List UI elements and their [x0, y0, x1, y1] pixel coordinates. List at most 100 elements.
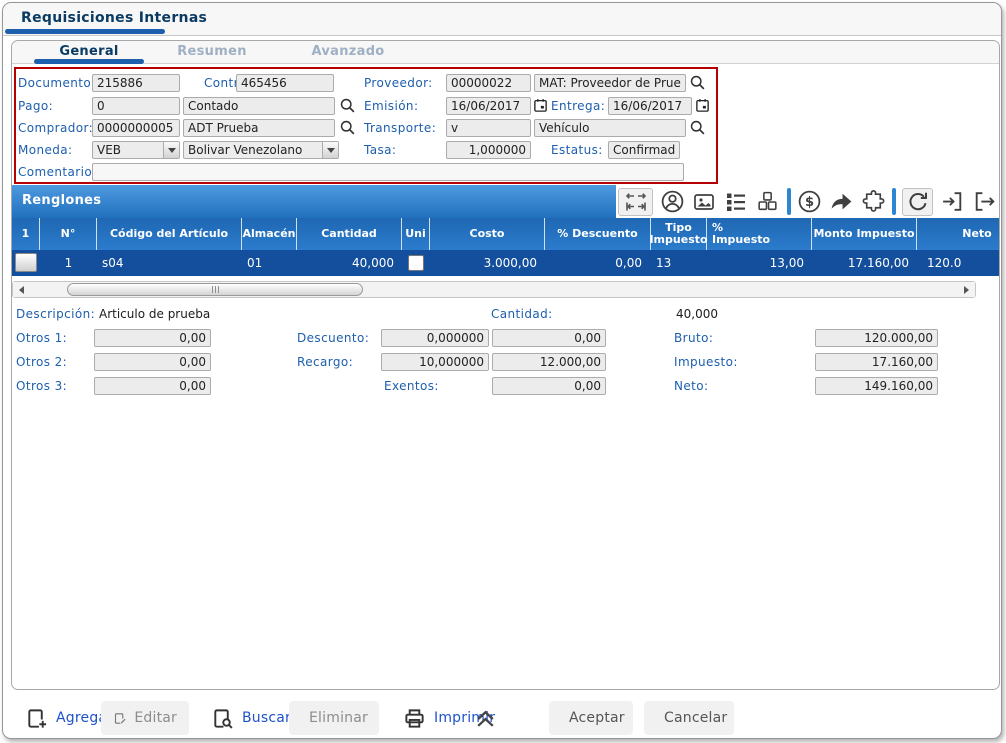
- tab-strip: General Resumen Avanzado: [12, 41, 999, 64]
- edit-button-label: Editar: [134, 710, 177, 726]
- grid-column-codigo[interactable]: Código del Artículo: [97, 218, 242, 250]
- printer-icon: [405, 708, 424, 728]
- table-row[interactable]: 1 s04 01 40,000 3.000,00 0,00 13 13,00 1…: [12, 250, 999, 276]
- cancel-button[interactable]: Cancelar: [644, 701, 734, 735]
- moneda-label: Moneda:: [18, 143, 73, 157]
- grid-column-almacen[interactable]: Almacén: [242, 218, 297, 250]
- row-selector-cell[interactable]: [15, 253, 37, 272]
- estatus-field[interactable]: [608, 141, 680, 159]
- chevron-double-up-icon: [477, 710, 494, 727]
- moneda-name-dropdown-button[interactable]: [322, 142, 338, 158]
- pago-search-icon[interactable]: [339, 97, 356, 114]
- grid-column-numero[interactable]: N°: [40, 218, 97, 250]
- grid-column-neto[interactable]: Neto: [917, 218, 999, 250]
- list-icon[interactable]: [723, 188, 749, 216]
- puzzle-icon[interactable]: [860, 188, 886, 216]
- scroll-left-icon[interactable]: [13, 282, 29, 297]
- scrollbar-thumb[interactable]: [67, 283, 363, 296]
- tab-resumen[interactable]: Resumen: [172, 44, 252, 59]
- comentario-label: Comentario:: [18, 165, 97, 179]
- entrega-field[interactable]: [608, 97, 692, 115]
- search-document-icon: [214, 708, 233, 729]
- scroll-right-icon[interactable]: [959, 282, 975, 297]
- toolbar-separator: [786, 188, 791, 215]
- cell-pct-descuento: 0,00: [615, 256, 642, 270]
- uni-checkbox[interactable]: [408, 255, 424, 271]
- grid-column-descuento[interactable]: % Descuento: [545, 218, 651, 250]
- transporte-search-icon[interactable]: [689, 119, 706, 136]
- cell-codigo: s04: [102, 256, 124, 270]
- otros3-field[interactable]: [94, 377, 211, 395]
- grid-horizontal-scrollbar[interactable]: [12, 281, 976, 298]
- grid-column-costo[interactable]: Costo: [430, 218, 545, 250]
- otros1-field[interactable]: [94, 329, 211, 347]
- descuento-pct-field[interactable]: [381, 329, 489, 347]
- export-icon[interactable]: [971, 188, 997, 216]
- entrega-calendar-icon[interactable]: [695, 98, 710, 113]
- comprador-label: Comprador:: [18, 121, 94, 135]
- documento-field[interactable]: [92, 74, 180, 92]
- transporte-code-field[interactable]: [446, 119, 531, 137]
- pago-code-field[interactable]: [92, 97, 180, 115]
- neto-field[interactable]: [815, 377, 938, 395]
- transporte-name-field[interactable]: [534, 119, 686, 137]
- image-icon[interactable]: [691, 188, 717, 216]
- otros2-field[interactable]: [94, 353, 211, 371]
- impuesto-field[interactable]: [815, 353, 938, 371]
- grid-column-uni[interactable]: Uni: [402, 218, 430, 250]
- proveedor-search-icon[interactable]: [689, 74, 706, 91]
- moneda-name-value: Bolivar Venezolano: [188, 143, 303, 157]
- cell-almacen: 01: [247, 256, 263, 270]
- pago-name-field[interactable]: [183, 97, 335, 115]
- grid-toolbar: $: [618, 185, 997, 218]
- moneda-code-dropdown[interactable]: VEB: [92, 141, 180, 159]
- grid-column-tipo-impuesto[interactable]: Tipo Impuesto: [649, 218, 708, 250]
- grid-column-pct-impuesto[interactable]: % Impuesto: [707, 222, 770, 246]
- impuesto-label: Impuesto:: [674, 355, 738, 369]
- forward-arrow-icon[interactable]: [828, 188, 854, 216]
- comprador-code-field[interactable]: [92, 119, 180, 137]
- comprador-search-icon[interactable]: [339, 119, 356, 136]
- tasa-label: Tasa:: [364, 143, 397, 157]
- estatus-label: Estatus:: [551, 143, 603, 157]
- recargo-monto-field[interactable]: [492, 353, 606, 371]
- edit-document-icon: [114, 712, 126, 724]
- comprador-name-field[interactable]: [183, 119, 335, 137]
- tab-general[interactable]: General: [34, 44, 144, 59]
- chevron-down-icon: [326, 147, 335, 157]
- emision-field[interactable]: [446, 97, 531, 115]
- entrega-label: Entrega:: [551, 99, 606, 113]
- collapse-button[interactable]: [469, 701, 502, 735]
- recargo-pct-field[interactable]: [381, 353, 489, 371]
- edit-button[interactable]: Editar: [101, 701, 189, 735]
- control-field[interactable]: [236, 74, 334, 92]
- tasa-field[interactable]: [446, 141, 531, 159]
- delete-button[interactable]: Eliminar: [289, 701, 379, 735]
- grid-column-selector[interactable]: 1: [12, 218, 40, 250]
- fit-columns-icon[interactable]: [618, 187, 654, 216]
- grid-column-monto-impuesto[interactable]: Monto Impuesto: [812, 218, 917, 250]
- proveedor-name-field[interactable]: [534, 74, 686, 92]
- moneda-code-dropdown-button[interactable]: [163, 142, 179, 158]
- comentario-field[interactable]: [92, 163, 684, 181]
- cubes-icon[interactable]: [755, 188, 781, 216]
- proveedor-code-field[interactable]: [446, 74, 531, 92]
- app-window: Requisiciones Internas General Resumen A…: [2, 2, 1002, 739]
- emision-calendar-icon[interactable]: [533, 98, 548, 113]
- search-button[interactable]: Buscar: [199, 701, 303, 735]
- title-bar: Requisiciones Internas: [3, 3, 1001, 36]
- grid-column-cantidad[interactable]: Cantidad: [297, 218, 402, 250]
- accept-button[interactable]: Aceptar: [549, 701, 633, 735]
- descuento-monto-field[interactable]: [492, 329, 606, 347]
- user-icon[interactable]: [659, 188, 685, 216]
- cell-numero: 1: [64, 256, 73, 270]
- descuento-label: Descuento:: [297, 331, 370, 345]
- moneda-name-dropdown[interactable]: Bolivar Venezolano: [183, 141, 339, 159]
- tab-avanzado[interactable]: Avanzado: [307, 44, 389, 59]
- dollar-icon[interactable]: $: [797, 188, 823, 216]
- import-icon[interactable]: [939, 188, 965, 216]
- cell-costo: 3.000,00: [483, 256, 537, 270]
- refresh-icon[interactable]: [901, 187, 934, 216]
- bruto-field[interactable]: [815, 329, 938, 347]
- exentos-field[interactable]: [492, 377, 606, 395]
